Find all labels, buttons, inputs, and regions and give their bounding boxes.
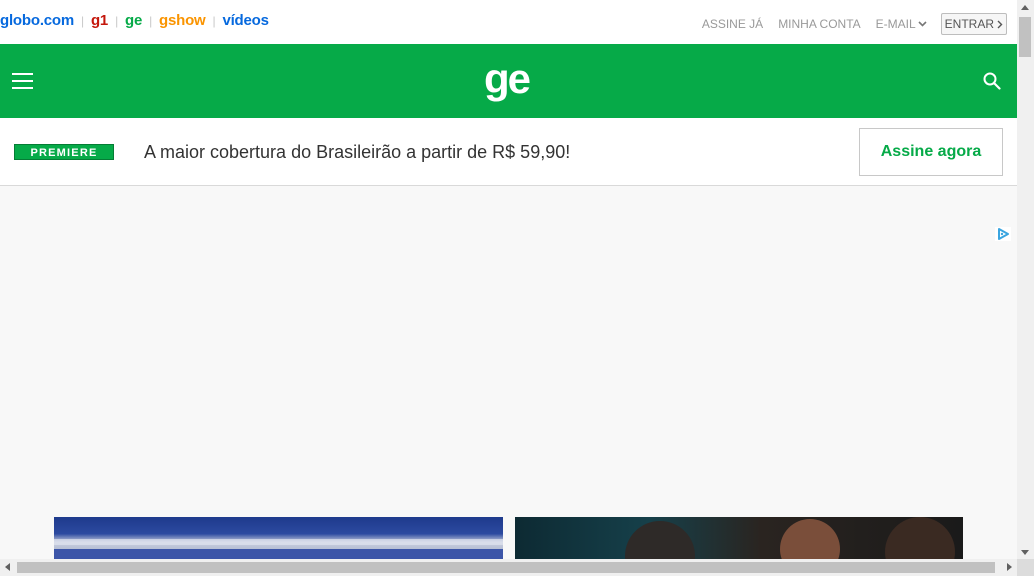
globo-top-bar: globo.com | g1 | ge | gshow | vídeos ASS… xyxy=(0,0,1017,44)
separator: | xyxy=(81,13,84,28)
premiere-promo-text: A maior cobertura do Brasileirão a parti… xyxy=(144,142,571,162)
account-links: ASSINE JÁ MINHA CONTA E-MAIL ENTRAR xyxy=(687,13,1007,35)
videos-link[interactable]: vídeos xyxy=(222,12,269,29)
scrollbar-corner xyxy=(1017,559,1034,576)
brand-links: globo.com | g1 | ge | gshow | vídeos xyxy=(0,12,269,29)
horizontal-scrollbar[interactable] xyxy=(0,559,1017,576)
hamburger-menu-icon[interactable] xyxy=(12,73,33,89)
login-button[interactable]: ENTRAR xyxy=(940,13,1007,35)
login-label: ENTRAR xyxy=(944,17,994,31)
scroll-left-icon[interactable] xyxy=(5,563,10,571)
premiere-logo[interactable]: PREMIERE xyxy=(14,144,114,160)
globo-link[interactable]: globo.com xyxy=(0,12,74,29)
premiere-banner: PREMIERE A maior cobertura do Brasileirã… xyxy=(0,118,1017,186)
scroll-up-icon[interactable] xyxy=(1021,5,1029,10)
horizontal-scroll-thumb[interactable] xyxy=(17,562,995,573)
ad-slot xyxy=(0,187,1017,517)
chevron-down-icon xyxy=(918,21,927,27)
news-card-image[interactable] xyxy=(515,517,963,559)
chevron-right-icon xyxy=(997,20,1003,28)
ge-link[interactable]: ge xyxy=(125,12,142,29)
separator: | xyxy=(212,13,216,28)
adchoices-icon[interactable] xyxy=(995,227,1011,241)
scroll-down-icon[interactable] xyxy=(1021,550,1029,555)
vertical-scrollbar[interactable] xyxy=(1017,0,1034,559)
ge-header: ge xyxy=(0,44,1017,118)
email-dropdown[interactable]: E-MAIL xyxy=(876,17,927,31)
subscribe-now-button[interactable]: Assine agora xyxy=(859,128,1003,176)
scroll-right-icon[interactable] xyxy=(1007,563,1012,571)
email-label: E-MAIL xyxy=(875,17,916,31)
my-account-link[interactable]: MINHA CONTA xyxy=(778,17,860,31)
vertical-scroll-thumb[interactable] xyxy=(1019,17,1031,57)
subscribe-link[interactable]: ASSINE JÁ xyxy=(702,17,763,31)
gshow-link[interactable]: gshow xyxy=(159,12,206,29)
news-card-image[interactable] xyxy=(54,517,503,559)
separator: | xyxy=(115,13,118,28)
separator: | xyxy=(149,13,153,28)
ge-logo[interactable]: ge xyxy=(484,56,531,102)
g1-link[interactable]: g1 xyxy=(91,12,108,29)
search-icon[interactable] xyxy=(983,72,1001,90)
